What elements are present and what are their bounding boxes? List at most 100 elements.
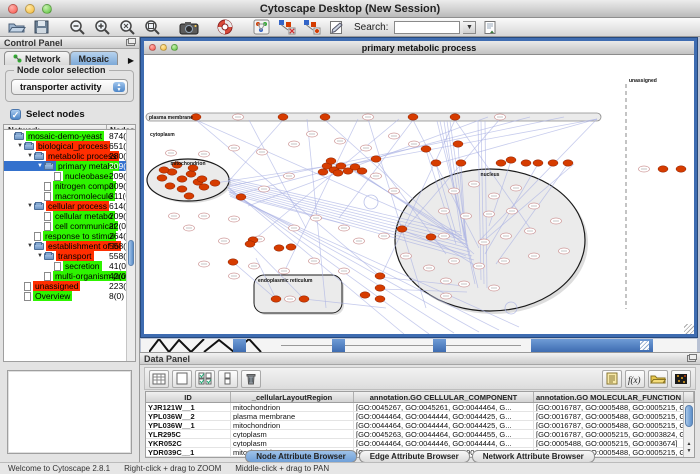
import-attributes-icon[interactable] bbox=[479, 19, 501, 36]
expand-triangle-icon[interactable]: ▼ bbox=[16, 143, 24, 149]
selected-gene-node[interactable] bbox=[177, 186, 187, 192]
selected-gene-node[interactable] bbox=[397, 226, 407, 232]
expand-triangle-icon[interactable]: ▼ bbox=[26, 203, 34, 209]
new-attribute-icon[interactable] bbox=[172, 370, 192, 388]
selected-gene-node[interactable] bbox=[371, 156, 381, 162]
selected-gene-node[interactable] bbox=[357, 168, 367, 174]
expand-triangle-icon[interactable]: ▼ bbox=[36, 163, 44, 169]
selected-gene-node[interactable] bbox=[456, 160, 466, 166]
select-attributes-icon[interactable] bbox=[195, 370, 215, 388]
tree-row[interactable]: nitrogen compo209(0) bbox=[4, 181, 126, 191]
background-window-corner[interactable] bbox=[433, 339, 446, 352]
selected-gene-node[interactable] bbox=[197, 176, 207, 182]
selected-gene-node[interactable] bbox=[506, 157, 516, 163]
tree-row[interactable]: ▼biological_process651(0) bbox=[4, 141, 126, 151]
open-file-button[interactable] bbox=[6, 19, 28, 36]
selected-gene-node[interactable] bbox=[676, 166, 686, 172]
annotation-icon[interactable] bbox=[325, 19, 347, 36]
selected-gene-node[interactable] bbox=[326, 158, 336, 164]
selected-gene-node[interactable] bbox=[375, 285, 385, 291]
selected-gene-node[interactable] bbox=[199, 184, 209, 190]
table-row[interactable]: YLR295Ccytoplasm[GO:0045263, GO:0044464,… bbox=[146, 430, 694, 439]
selected-gene-node[interactable] bbox=[533, 160, 543, 166]
unselect-attributes-icon[interactable] bbox=[218, 370, 238, 388]
new-network-from-selection-icon[interactable] bbox=[300, 19, 322, 36]
network-graph[interactable]: plasma membranecytoplasmmitochondrionnuc… bbox=[144, 56, 694, 334]
attribute-table-icon[interactable] bbox=[149, 370, 169, 388]
search-input[interactable] bbox=[394, 21, 460, 34]
hide-selected-nodes-icon[interactable] bbox=[275, 19, 297, 36]
selected-gene-node[interactable] bbox=[245, 241, 255, 247]
self-loop-edge[interactable] bbox=[364, 195, 378, 209]
frame-resize-grip[interactable] bbox=[684, 324, 694, 334]
selected-gene-node[interactable] bbox=[320, 114, 330, 120]
selected-gene-node[interactable] bbox=[177, 176, 187, 182]
selected-gene-node[interactable] bbox=[496, 160, 506, 166]
tree-row[interactable]: mosaic-demo-yeast874(0) bbox=[4, 131, 126, 141]
tree-row[interactable]: ▼cellular process614(0) bbox=[4, 201, 126, 211]
tree-row[interactable]: ▼primary metabo209(... bbox=[4, 161, 126, 171]
table-row[interactable]: YKR052Ccytoplasm[GO:0044464, GO:0044446,… bbox=[146, 439, 694, 448]
tree-row[interactable]: ▼transport558(0) bbox=[4, 251, 126, 261]
selected-gene-node[interactable] bbox=[408, 114, 418, 120]
tree-scrollbar[interactable] bbox=[126, 130, 135, 361]
selected-gene-node[interactable] bbox=[186, 171, 196, 177]
tree-row[interactable]: macromolecule311(0) bbox=[4, 191, 126, 201]
snapshot-icon[interactable] bbox=[178, 19, 200, 36]
tab-network[interactable]: Network bbox=[4, 51, 70, 65]
selected-gene-node[interactable] bbox=[286, 244, 296, 250]
expand-triangle-icon[interactable]: ▼ bbox=[36, 253, 44, 259]
background-window-corner[interactable] bbox=[332, 339, 345, 352]
tree-row[interactable]: nucleobase-209(0) bbox=[4, 171, 126, 181]
tree-row[interactable]: unassigned223(0) bbox=[4, 281, 126, 291]
zoom-in-icon[interactable] bbox=[92, 19, 114, 36]
column-header[interactable] bbox=[684, 392, 694, 402]
zoom-out-icon[interactable] bbox=[67, 19, 89, 36]
selected-gene-node[interactable] bbox=[236, 194, 246, 200]
zoom-selected-icon[interactable] bbox=[142, 19, 164, 36]
selected-gene-node[interactable] bbox=[184, 193, 194, 199]
tree-row[interactable]: ▼metabolic process280(0) bbox=[4, 151, 126, 161]
birds-eye-view[interactable] bbox=[7, 370, 132, 454]
background-window-corner[interactable] bbox=[233, 339, 246, 352]
selected-gene-node[interactable] bbox=[159, 167, 169, 173]
column-header[interactable]: annotation.GO CELLULAR_COMPONENT bbox=[354, 392, 534, 402]
tree-row[interactable]: multi-organism pro42(0) bbox=[4, 271, 126, 281]
tabs-overflow-arrow-icon[interactable]: ▶ bbox=[125, 56, 137, 65]
table-scrollbar-thumb[interactable] bbox=[685, 405, 693, 427]
import-file-icon[interactable] bbox=[648, 370, 668, 388]
help-icon[interactable] bbox=[214, 19, 236, 36]
tree-row[interactable]: Overview8(0) bbox=[4, 291, 126, 301]
float-panel-icon[interactable] bbox=[126, 39, 135, 46]
tree-row[interactable]: secretion41(0) bbox=[4, 261, 126, 271]
selected-gene-node[interactable] bbox=[375, 296, 385, 302]
edge[interactable] bbox=[196, 120, 380, 276]
table-row[interactable]: YJR121W__1mitochondrion[GO:0045267, GO:0… bbox=[146, 403, 694, 412]
tree-row[interactable]: response to stimul264(0) bbox=[4, 231, 126, 241]
overview-window-fragment[interactable] bbox=[149, 339, 279, 352]
tree-row[interactable]: ▼establishment of lo558(0) bbox=[4, 241, 126, 251]
node-color-attribute-select[interactable]: transporter activity ▲▼ bbox=[11, 79, 128, 95]
selected-gene-node[interactable] bbox=[426, 234, 436, 240]
edge[interactable] bbox=[215, 166, 328, 183]
save-session-button[interactable] bbox=[31, 19, 53, 36]
matrix-view-icon[interactable] bbox=[671, 370, 691, 388]
function-builder-icon[interactable]: f(x) bbox=[625, 370, 645, 388]
selected-gene-node[interactable] bbox=[563, 160, 573, 166]
selected-gene-node[interactable] bbox=[333, 170, 343, 176]
tree-row[interactable]: cellular metabo209(0) bbox=[4, 211, 126, 221]
selected-gene-node[interactable] bbox=[299, 296, 309, 302]
selected-gene-node[interactable] bbox=[157, 175, 167, 181]
selected-gene-node[interactable] bbox=[210, 180, 220, 186]
selected-gene-node[interactable] bbox=[521, 160, 531, 166]
selected-gene-node[interactable] bbox=[450, 114, 460, 120]
table-scrollbar[interactable]: ▲▼ bbox=[683, 403, 694, 457]
select-nodes-checkbox[interactable]: ✓ bbox=[10, 109, 21, 120]
selected-gene-node[interactable] bbox=[228, 259, 238, 265]
network-canvas[interactable]: plasma membranecytoplasmmitochondrionnuc… bbox=[144, 56, 694, 334]
column-header[interactable]: annotation.GO MOLECULAR_FUNCTION bbox=[534, 392, 684, 402]
selected-gene-node[interactable] bbox=[274, 245, 284, 251]
selected-gene-node[interactable] bbox=[421, 146, 431, 152]
float-data-panel-icon[interactable] bbox=[687, 355, 696, 362]
selected-gene-node[interactable] bbox=[658, 166, 668, 172]
